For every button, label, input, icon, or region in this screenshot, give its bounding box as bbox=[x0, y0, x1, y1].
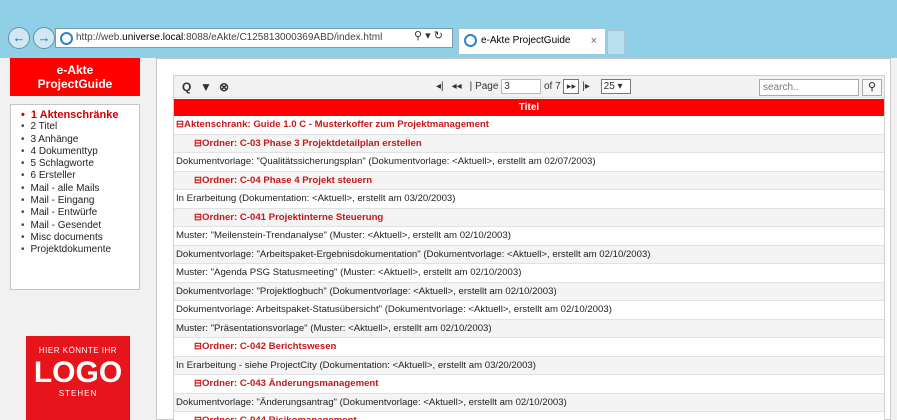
tab-title: e-Akte ProjectGuide bbox=[481, 35, 571, 46]
page: e-Akte ProjectGuide 1 Aktenschränke2 Tit… bbox=[0, 58, 897, 420]
back-arrow-icon[interactable]: ← bbox=[8, 27, 30, 49]
sidebar-item[interactable]: Mail - alle Mails bbox=[21, 183, 139, 195]
logo-bottom: STEHEN bbox=[58, 389, 98, 398]
table-row[interactable]: In Erarbeitung - siehe ProjectCity (Doku… bbox=[174, 356, 884, 375]
grid-toolbar: Q ▼ ⊗ ◂| ◂◂ | Page 3 of 7 ▸▸ |▸ 25 ▾ searc… bbox=[174, 76, 884, 98]
sidebar-item[interactable]: Projektdokumente bbox=[21, 244, 139, 256]
page-of-label: of 7 bbox=[543, 81, 561, 93]
prev-page-icon[interactable]: ◂◂ bbox=[452, 81, 462, 92]
ie-icon bbox=[60, 32, 73, 45]
group-row[interactable]: ⊟Ordner: C-044 Risikomanagement bbox=[174, 412, 884, 420]
group-row[interactable]: ⊟Ordner: C-041 Projektinterne Steuerung bbox=[174, 208, 884, 227]
logo: HIER KÖNNTE IHR LOGO STEHEN bbox=[26, 336, 130, 420]
next-page-icon[interactable]: ▸▸ bbox=[563, 79, 580, 94]
forward-arrow-icon[interactable]: → bbox=[33, 27, 55, 49]
table-row[interactable]: Dokumentvorlage: "Qualitätssicherungspla… bbox=[174, 153, 884, 172]
grid-rows: ⊟Aktenschrank: Guide 1.0 C - Musterkoffe… bbox=[174, 116, 884, 420]
address-tools[interactable]: ⚲ ▾ ↻ bbox=[414, 29, 443, 42]
group-row[interactable]: ⊟Ordner: C-04 Phase 4 Projekt steuern bbox=[174, 171, 884, 190]
sidebar-item[interactable]: Mail - Gesendet bbox=[21, 220, 139, 232]
column-header-titel[interactable]: Titel bbox=[174, 99, 884, 116]
brand-line-1: e-Akte bbox=[56, 63, 94, 77]
clear-icon[interactable]: ⊗ bbox=[219, 80, 229, 94]
sidebar-item[interactable]: 2 Titel bbox=[21, 121, 139, 133]
search-button[interactable]: ⚲ bbox=[862, 79, 882, 96]
logo-big: LOGO bbox=[33, 356, 123, 389]
brand-line-2: ProjectGuide bbox=[37, 77, 113, 91]
page-size-select[interactable]: 25 ▾ bbox=[600, 79, 631, 94]
search-icon[interactable]: Q bbox=[182, 80, 191, 94]
page-input[interactable]: 3 bbox=[501, 79, 542, 94]
refresh-icon[interactable]: ↻ bbox=[434, 30, 443, 42]
sidebar-item[interactable]: Mail - Entwürfe bbox=[21, 207, 139, 219]
data-grid: Q ▼ ⊗ ◂| ◂◂ | Page 3 of 7 ▸▸ |▸ 25 ▾ searc… bbox=[173, 75, 885, 420]
ie-icon bbox=[464, 34, 477, 47]
group-row[interactable]: ⊟Aktenschrank: Guide 1.0 C - Musterkoffe… bbox=[174, 116, 884, 135]
url-prefix: http://web. bbox=[76, 32, 123, 43]
content-panel: Q ▼ ⊗ ◂| ◂◂ | Page 3 of 7 ▸▸ |▸ 25 ▾ searc… bbox=[156, 58, 891, 420]
table-row[interactable]: In Erarbeitung (Dokumentation: <Aktuell>… bbox=[174, 190, 884, 209]
new-tab-button[interactable] bbox=[607, 30, 625, 54]
table-row[interactable]: Dokumentvorlage: "Änderungsantrag" (Doku… bbox=[174, 393, 884, 412]
table-row[interactable]: Muster: "Meilenstein-Trendanalyse" (Must… bbox=[174, 227, 884, 246]
sidebar-item[interactable]: 1 Aktenschränke bbox=[21, 109, 139, 121]
logo-top: HIER KÖNNTE IHR bbox=[38, 346, 118, 355]
group-row[interactable]: ⊟Ordner: C-043 Änderungsmanagement bbox=[174, 375, 884, 394]
table-row[interactable]: Muster: "Agenda PSG Statusmeeting" (Must… bbox=[174, 264, 884, 283]
first-page-icon[interactable]: ◂| bbox=[436, 81, 444, 92]
last-page-icon[interactable]: |▸ bbox=[582, 81, 590, 92]
search-icon[interactable]: ⚲ bbox=[414, 30, 422, 42]
table-row[interactable]: Dokumentvorlage: "Arbeitspaket-Ergebnisd… bbox=[174, 245, 884, 264]
page-label: Page bbox=[475, 81, 499, 93]
url-suffix: :8088/eAkte/C125813000369ABD/index.html bbox=[183, 32, 383, 43]
address-bar[interactable]: http://web.universe.local:8088/eAkte/C12… bbox=[55, 28, 453, 48]
sidebar-item[interactable]: 5 Schlagworte bbox=[21, 158, 139, 170]
dropdown-icon[interactable]: ▾ bbox=[425, 30, 431, 42]
sidebar-item[interactable]: Mail - Eingang bbox=[21, 195, 139, 207]
close-icon[interactable]: × bbox=[591, 29, 597, 53]
sidebar-item[interactable]: Misc documents bbox=[21, 232, 139, 244]
sidebar-item[interactable]: 3 Anhänge bbox=[21, 134, 139, 146]
search-input[interactable]: search.. bbox=[759, 79, 859, 96]
group-row[interactable]: ⊟Ordner: C-03 Phase 3 Projektdetailplan … bbox=[174, 134, 884, 153]
filter-icon[interactable]: ▼ bbox=[200, 80, 212, 94]
brand-header[interactable]: e-Akte ProjectGuide bbox=[10, 58, 140, 96]
table-row[interactable]: Dokumentvorlage: Arbeitspaket-Statusüber… bbox=[174, 301, 884, 320]
pager: ◂| ◂◂ | Page 3 of 7 ▸▸ |▸ 25 ▾ bbox=[436, 79, 631, 95]
sidebar-menu: 1 Aktenschränke2 Titel3 Anhänge4 Dokumen… bbox=[10, 104, 140, 290]
browser-tab[interactable]: e-Akte ProjectGuide × bbox=[458, 28, 606, 54]
table-row[interactable]: Dokumentvorlage: "Projektlogbuch" (Dokum… bbox=[174, 282, 884, 301]
browser-chrome: ← → http://web.universe.local:8088/eAkte… bbox=[0, 0, 897, 58]
url-host: universe.local bbox=[122, 32, 184, 43]
group-row[interactable]: ⊟Ordner: C-042 Berichtswesen bbox=[174, 338, 884, 357]
sidebar-item[interactable]: 4 Dokumenttyp bbox=[21, 146, 139, 158]
sidebar-item[interactable]: 6 Ersteller bbox=[21, 170, 139, 182]
table-row[interactable]: Muster: "Präsentationsvorlage" (Muster: … bbox=[174, 319, 884, 338]
